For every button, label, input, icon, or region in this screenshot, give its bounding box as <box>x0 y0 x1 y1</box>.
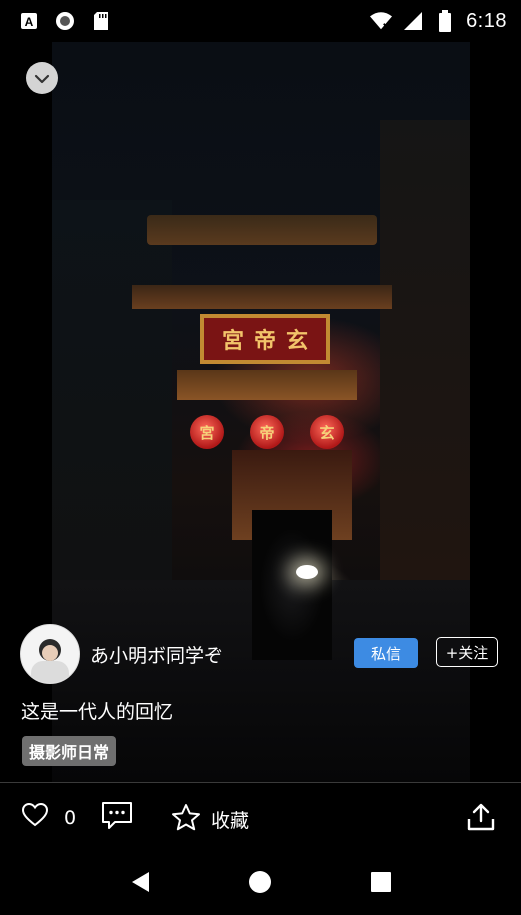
battery-icon <box>434 10 456 32</box>
signal-icon <box>402 10 424 32</box>
comment-icon <box>101 801 133 836</box>
like-count: 0 <box>64 806 77 829</box>
a-box-icon: A <box>18 10 40 32</box>
star-icon <box>171 803 201 836</box>
topic-tag[interactable]: 摄影师日常 <box>22 736 117 766</box>
favorite-label: 收藏 <box>211 810 250 832</box>
photo-gate-roof <box>147 215 377 245</box>
lantern: 帝 <box>250 415 284 449</box>
home-button[interactable] <box>245 869 275 899</box>
sd-card-icon <box>90 10 112 32</box>
sign-char: 帝 <box>253 329 276 354</box>
sign-char: 宮 <box>221 329 244 354</box>
private-message-button[interactable]: 私信 <box>354 638 418 668</box>
status-time: 6:18 <box>466 9 507 32</box>
status-right-icons: 6:18 <box>370 10 507 33</box>
wifi-icon <box>370 10 393 32</box>
lantern: 宮 <box>190 415 224 449</box>
svg-text:A: A <box>25 15 34 29</box>
home-circle-icon <box>248 870 272 898</box>
status-left-icons: A <box>18 10 112 32</box>
chevron-down-icon <box>34 69 50 88</box>
favorite-button[interactable]: 收藏 <box>171 803 249 836</box>
recents-button[interactable] <box>366 869 396 899</box>
photo-headlight <box>296 565 318 579</box>
status-bar: A 6:18 <box>0 0 521 42</box>
photo-lanterns: 宮 帝 玄 <box>177 412 357 452</box>
author-info[interactable]: あ小明ボ同学ぞ <box>20 624 223 684</box>
heart-icon <box>21 802 49 832</box>
avatar-torso <box>31 661 69 683</box>
back-triangle-icon <box>129 870 151 898</box>
record-icon <box>54 10 76 32</box>
navigation-bar <box>0 853 521 915</box>
follow-button[interactable]: +关注 <box>436 637 498 667</box>
share-button[interactable] <box>466 803 496 836</box>
lantern: 玄 <box>310 415 344 449</box>
avatar-face <box>42 645 58 661</box>
like-button[interactable]: 0 <box>21 802 77 832</box>
avatar[interactable] <box>20 624 80 684</box>
sign-char: 玄 <box>286 329 309 354</box>
action-bar: 0 收藏 <box>0 783 521 853</box>
collapse-button[interactable] <box>26 62 58 94</box>
post-caption: 这是一代人的回忆 <box>21 701 174 723</box>
comment-button[interactable] <box>101 801 133 836</box>
share-icon <box>466 803 496 836</box>
photo-gate-eave <box>177 370 357 400</box>
photo-motorbike <box>252 510 332 660</box>
recents-square-icon <box>370 871 392 897</box>
photo-gate-sign: 宮 帝 玄 <box>200 314 330 364</box>
author-name[interactable]: あ小明ボ同学ぞ <box>90 641 223 668</box>
back-button[interactable] <box>125 869 155 899</box>
photo-gate-roof-lower <box>132 285 392 309</box>
